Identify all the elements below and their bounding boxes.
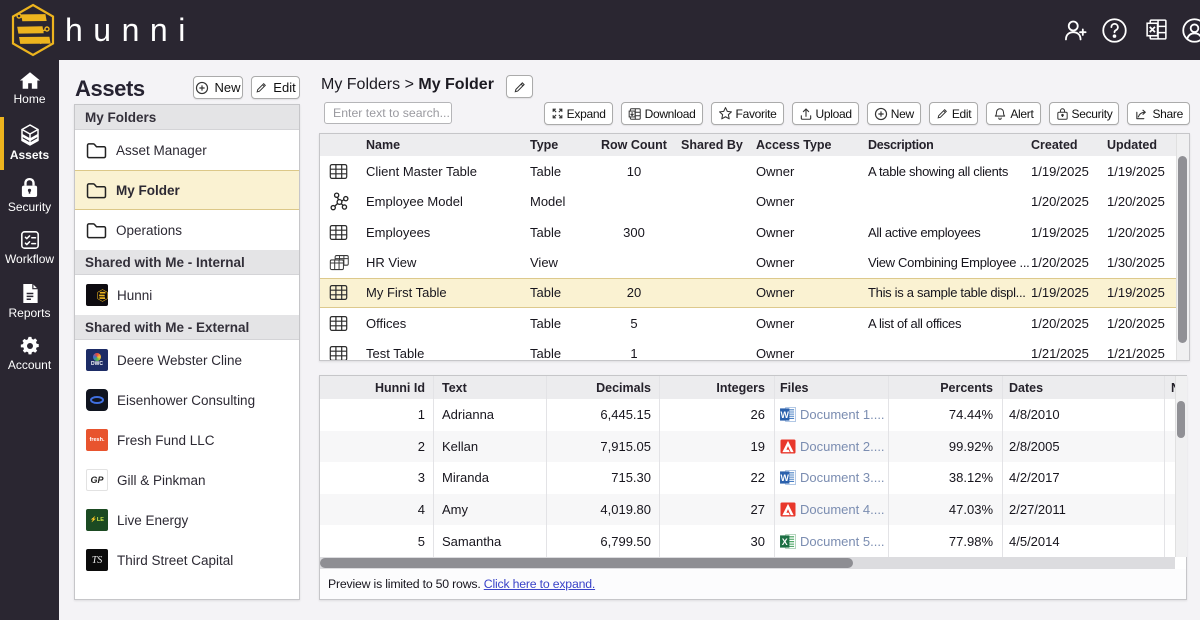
svg-text:X: X	[782, 536, 788, 546]
svg-text:W: W	[781, 410, 790, 420]
svg-text:W: W	[781, 473, 790, 483]
